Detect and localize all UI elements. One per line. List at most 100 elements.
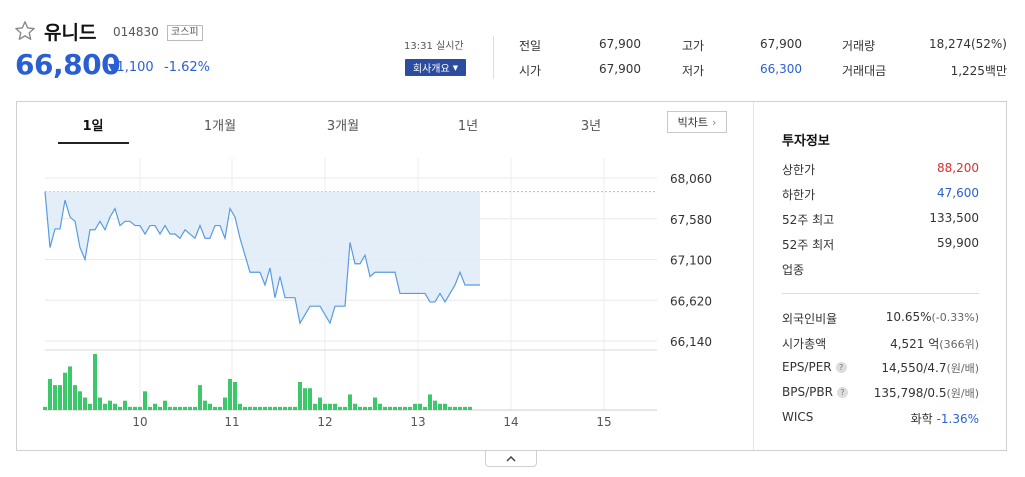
volume-bar — [148, 406, 152, 410]
value-bps-pbr: 135,798/0.5(원/배) — [874, 385, 979, 401]
volume-bar — [233, 382, 237, 410]
company-overview-label: 회사개요 — [412, 64, 450, 75]
label-lower-limit: 하한가 — [782, 188, 816, 202]
summary-value-open: 67,900 — [599, 62, 641, 76]
volume-bar — [283, 406, 287, 410]
volume-bar — [98, 397, 102, 410]
bps-pbr-main: 135,798/0.5 — [873, 386, 947, 400]
value-52w-high: 133,500 — [929, 211, 979, 225]
eps-per-unit: (원/배) — [946, 362, 979, 375]
volume-bar — [203, 400, 207, 410]
bps-pbr-text: BPS/PBR — [782, 385, 833, 399]
x-tick-label: 15 — [596, 415, 611, 429]
x-tick-label: 11 — [224, 415, 239, 429]
eps-per-text: EPS/PER — [782, 360, 832, 374]
investment-info: 투자정보 상한가 88,200 하한가 47,600 52주 최고 133,50… — [767, 102, 1007, 450]
volume-bar — [258, 406, 262, 410]
volume-bar — [323, 403, 327, 410]
volume-bar — [423, 406, 427, 410]
volume-bar — [93, 354, 97, 410]
x-tick-label: 12 — [317, 415, 332, 429]
volume-bar — [78, 391, 82, 410]
volume-bar — [293, 406, 297, 410]
volume-bar — [198, 385, 202, 410]
value-lower-limit: 47,600 — [937, 186, 979, 200]
volume-bar — [373, 397, 377, 410]
market-cap-rank: (366위) — [939, 338, 979, 351]
volume-bar — [438, 403, 442, 410]
value-eps-per: 14,550/4.7(원/배) — [881, 360, 979, 376]
company-overview-button[interactable]: 회사개요 ▼ — [405, 59, 466, 76]
divider — [493, 36, 494, 79]
volume-bar — [253, 406, 257, 410]
volume-bar — [63, 372, 67, 410]
volume-bar — [318, 397, 322, 410]
volume-bar — [378, 403, 382, 410]
summary-label-volume: 거래량 — [842, 39, 876, 53]
volume-bar — [398, 406, 402, 410]
current-price: 66,800 — [15, 48, 121, 81]
market-badge: 코스피 — [167, 25, 203, 41]
collapse-button[interactable] — [485, 451, 537, 467]
volume-bar — [83, 397, 87, 410]
volume-bar — [118, 406, 122, 410]
chevron-up-icon — [506, 455, 516, 462]
volume-bar — [208, 403, 212, 410]
volume-bar — [383, 406, 387, 410]
volume-bar — [228, 378, 232, 410]
bps-pbr-unit: (원/배) — [946, 387, 979, 400]
y-tick-label: 68,060 — [670, 172, 712, 186]
volume-bar — [123, 400, 127, 410]
volume-bar — [133, 406, 137, 410]
x-tick-label: 14 — [503, 415, 518, 429]
volume-bar — [313, 403, 317, 410]
volume-bar — [413, 403, 417, 410]
chart-area: 1일 1개월 3개월 1년 3년 빅차트 › 68,060 67,580 67,100… — [17, 102, 754, 450]
realtime-label: 13:31 실시간 — [404, 41, 464, 52]
summary-value-high: 67,900 — [760, 37, 802, 51]
volume-bar — [348, 394, 352, 410]
volume-bar — [308, 388, 312, 410]
volume-bar — [188, 406, 192, 410]
volume-bar — [163, 400, 167, 410]
value-upper-limit: 88,200 — [937, 161, 979, 175]
volume-bar — [268, 406, 272, 410]
change-amount: 1,100 — [116, 60, 154, 75]
help-icon[interactable]: ? — [835, 362, 847, 373]
value-52w-low: 59,900 — [937, 236, 979, 250]
volume-bar — [408, 406, 412, 410]
wics-sector[interactable]: 화학 — [911, 412, 933, 426]
volume-bar — [343, 406, 347, 410]
volume-bar — [363, 406, 367, 410]
favorite-star-icon[interactable] — [14, 20, 36, 42]
volume-bar — [158, 406, 162, 410]
stock-code: 014830 — [113, 25, 159, 39]
dropdown-caret-icon: ▼ — [452, 63, 459, 72]
eps-per-main: 14,550/4.7 — [881, 361, 947, 375]
summary-value-low: 66,300 — [760, 62, 802, 76]
volume-bar — [393, 406, 397, 410]
summary-value-volume: 18,274(52%) — [928, 37, 1007, 51]
help-icon[interactable]: ? — [836, 387, 848, 398]
y-tick-label: 67,100 — [670, 254, 712, 268]
volume-bar — [48, 378, 52, 410]
volume-bar — [453, 406, 457, 410]
label-sector: 업종 — [782, 263, 805, 277]
price-change: ▼1,100 — [108, 60, 154, 75]
label-52w-high: 52주 최고 — [782, 213, 835, 227]
value-market-cap: 4,521 억(366위) — [890, 335, 979, 352]
volume-bar — [278, 406, 282, 410]
volume-bar — [458, 406, 462, 410]
volume-bar — [418, 403, 422, 410]
summary-label-low: 저가 — [682, 64, 705, 78]
volume-bar — [433, 400, 437, 410]
y-tick-label: 66,140 — [670, 335, 712, 349]
volume-bar — [113, 403, 117, 410]
volume-bar — [238, 403, 242, 410]
info-divider — [782, 293, 979, 294]
y-tick-label: 66,620 — [670, 294, 712, 308]
summary-value-prev-close: 67,900 — [599, 37, 641, 51]
x-tick-label: 10 — [132, 415, 147, 429]
volume-bar — [243, 406, 247, 410]
volume-bar — [403, 406, 407, 410]
